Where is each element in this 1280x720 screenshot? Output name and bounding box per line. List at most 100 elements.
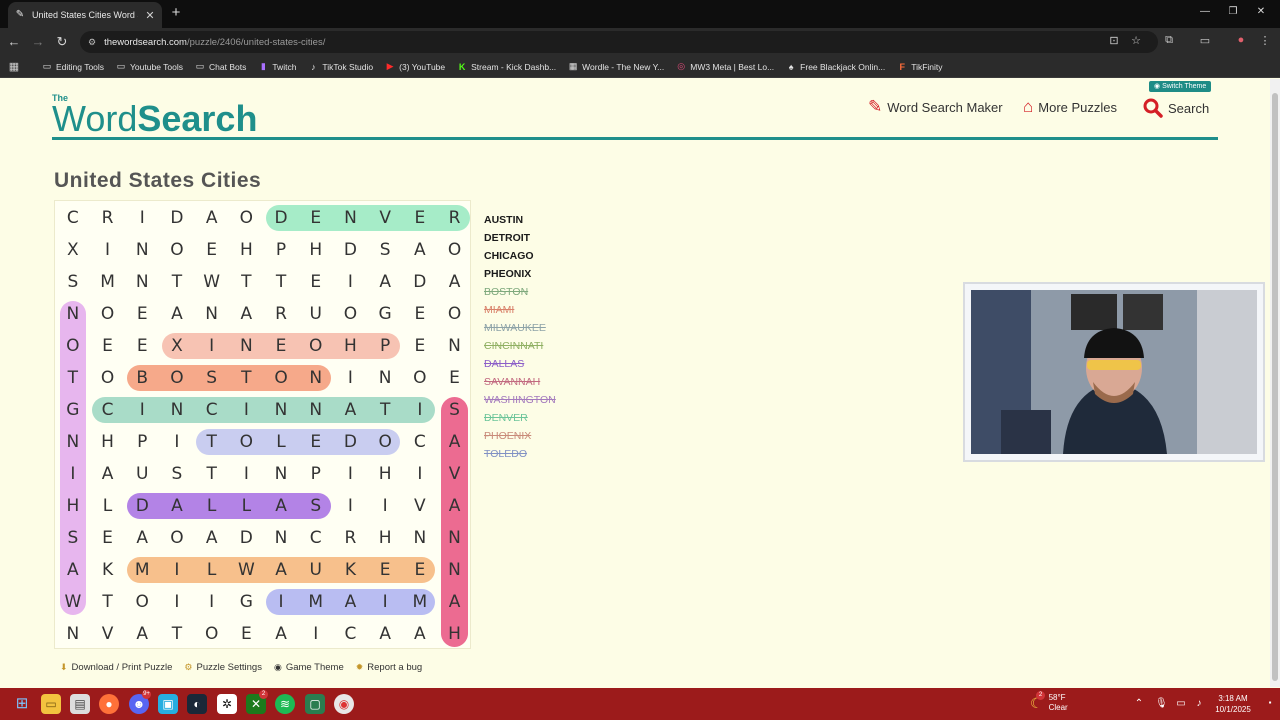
bookmark-star-icon[interactable]: ☆ bbox=[1129, 34, 1143, 47]
grid-letter[interactable]: R bbox=[437, 202, 472, 234]
grid-letter[interactable]: H bbox=[437, 618, 472, 650]
spotify-icon[interactable]: ≋ bbox=[275, 694, 295, 714]
bookmark-chat-bots[interactable]: ▭ Chat Bots bbox=[189, 57, 252, 77]
grid-letter[interactable]: I bbox=[298, 618, 333, 650]
grid-letter[interactable]: D bbox=[229, 522, 264, 554]
system-clock[interactable]: 3:18 AM 10/1/2025 bbox=[1212, 693, 1254, 715]
site-info-icon[interactable]: ⚙ bbox=[88, 37, 96, 48]
grid-letter[interactable]: C bbox=[333, 618, 368, 650]
grid-letter[interactable]: H bbox=[298, 234, 333, 266]
grid-letter[interactable]: V bbox=[403, 490, 438, 522]
grid-letter[interactable]: I bbox=[403, 458, 438, 490]
bookmark-youtube[interactable]: ▶ (3) YouTube bbox=[379, 57, 451, 77]
address-bar[interactable]: ⚙ thewordsearch.com/puzzle/2406/united-s… bbox=[80, 31, 1158, 53]
grid-letter[interactable]: A bbox=[437, 266, 472, 298]
grid-letter[interactable]: A bbox=[333, 586, 368, 618]
grid-letter[interactable]: C bbox=[194, 394, 229, 426]
app-icon[interactable]: ▣ bbox=[158, 694, 178, 714]
grid-letter[interactable]: N bbox=[298, 362, 333, 394]
grid-letter[interactable]: A bbox=[403, 234, 438, 266]
grid-letter[interactable]: E bbox=[125, 298, 160, 330]
grid-letter[interactable]: E bbox=[403, 330, 438, 362]
grid-letter[interactable]: N bbox=[56, 298, 91, 330]
grid-letter[interactable]: A bbox=[90, 458, 125, 490]
bookmark-blackjack[interactable]: ♠ Free Blackjack Onlin... bbox=[780, 57, 891, 77]
game-theme-link[interactable]: ◉ Game Theme bbox=[274, 662, 344, 673]
search-link[interactable]: Search bbox=[1143, 98, 1209, 118]
grid-letter[interactable]: E bbox=[403, 554, 438, 586]
grid-letter[interactable]: E bbox=[229, 618, 264, 650]
whatsapp-icon[interactable]: ▢ bbox=[305, 694, 325, 714]
grid-letter[interactable]: E bbox=[437, 362, 472, 394]
grid-letter[interactable]: M bbox=[90, 266, 125, 298]
grid-letter[interactable]: V bbox=[368, 202, 403, 234]
grid-letter[interactable]: O bbox=[194, 618, 229, 650]
grid-letter[interactable]: G bbox=[56, 394, 91, 426]
grid-letter[interactable]: S bbox=[160, 458, 195, 490]
grid-letter[interactable]: A bbox=[437, 490, 472, 522]
calculator-icon[interactable]: ▤ bbox=[70, 694, 90, 714]
grid-letter[interactable]: O bbox=[90, 362, 125, 394]
bookmark-wordle[interactable]: ▦ Wordle - The New Y... bbox=[562, 57, 670, 77]
file-explorer-icon[interactable]: ▭ bbox=[41, 694, 61, 714]
grid-letter[interactable]: R bbox=[333, 522, 368, 554]
grid-letter[interactable]: E bbox=[298, 202, 333, 234]
grid-letter[interactable]: I bbox=[125, 394, 160, 426]
grid-letter[interactable]: K bbox=[333, 554, 368, 586]
grid-letter[interactable]: P bbox=[368, 330, 403, 362]
grid-letter[interactable]: O bbox=[160, 362, 195, 394]
grid-letter[interactable]: L bbox=[264, 426, 299, 458]
grid-letter[interactable]: N bbox=[264, 522, 299, 554]
volume-icon[interactable]: ♪ bbox=[1193, 698, 1205, 709]
grid-letter[interactable]: I bbox=[333, 362, 368, 394]
grid-letter[interactable]: M bbox=[125, 554, 160, 586]
grid-letter[interactable]: S bbox=[437, 394, 472, 426]
switch-theme-button[interactable]: ◉ Switch Theme bbox=[1149, 81, 1212, 92]
grid-letter[interactable]: D bbox=[160, 202, 195, 234]
grid-letter[interactable]: X bbox=[56, 234, 91, 266]
grid-letter[interactable]: N bbox=[298, 394, 333, 426]
grid-letter[interactable]: T bbox=[160, 618, 195, 650]
grid-letter[interactable]: O bbox=[229, 202, 264, 234]
grid-letter[interactable]: I bbox=[368, 490, 403, 522]
grid-letter[interactable]: N bbox=[56, 426, 91, 458]
grid-letter[interactable]: I bbox=[125, 202, 160, 234]
grid-letter[interactable]: L bbox=[229, 490, 264, 522]
grid-letter[interactable]: D bbox=[333, 426, 368, 458]
grid-letter[interactable]: S bbox=[56, 522, 91, 554]
grid-letter[interactable]: H bbox=[333, 330, 368, 362]
reading-list-icon[interactable]: ▭ bbox=[1198, 34, 1212, 47]
grid-letter[interactable]: O bbox=[264, 362, 299, 394]
bookmark-kick[interactable]: K Stream - Kick Dashb... bbox=[451, 57, 562, 77]
extensions-icon[interactable]: ⧉ bbox=[1162, 34, 1176, 47]
grid-letter[interactable]: O bbox=[403, 362, 438, 394]
grid-letter[interactable]: X bbox=[160, 330, 195, 362]
grid-letter[interactable]: A bbox=[229, 298, 264, 330]
grid-letter[interactable]: I bbox=[264, 586, 299, 618]
grid-letter[interactable]: H bbox=[56, 490, 91, 522]
grid-letter[interactable]: O bbox=[298, 330, 333, 362]
grid-letter[interactable]: T bbox=[90, 586, 125, 618]
grid-letter[interactable]: O bbox=[90, 298, 125, 330]
grid-letter[interactable]: C bbox=[90, 394, 125, 426]
grid-letter[interactable]: O bbox=[229, 426, 264, 458]
grid-letter[interactable]: R bbox=[264, 298, 299, 330]
chevron-up-icon[interactable]: ⌃ bbox=[1133, 698, 1145, 709]
bookmark-editing-tools[interactable]: ▭ Editing Tools bbox=[36, 57, 110, 77]
grid-letter[interactable]: S bbox=[56, 266, 91, 298]
grid-letter[interactable]: N bbox=[437, 522, 472, 554]
grid-letter[interactable]: O bbox=[437, 298, 472, 330]
grid-letter[interactable]: I bbox=[368, 586, 403, 618]
forward-icon[interactable]: → bbox=[30, 34, 46, 50]
grid-letter[interactable]: E bbox=[194, 234, 229, 266]
grid-letter[interactable]: H bbox=[368, 522, 403, 554]
grid-letter[interactable]: U bbox=[298, 298, 333, 330]
grid-letter[interactable]: N bbox=[194, 298, 229, 330]
grid-letter[interactable]: A bbox=[403, 618, 438, 650]
grid-letter[interactable]: P bbox=[264, 234, 299, 266]
reload-icon[interactable]: ↻ bbox=[54, 34, 70, 50]
bookmark-twitch[interactable]: ▮ Twitch bbox=[252, 57, 302, 77]
grid-letter[interactable]: A bbox=[125, 618, 160, 650]
maximize-icon[interactable]: ❐ bbox=[1226, 6, 1240, 17]
grid-letter[interactable]: A bbox=[437, 586, 472, 618]
